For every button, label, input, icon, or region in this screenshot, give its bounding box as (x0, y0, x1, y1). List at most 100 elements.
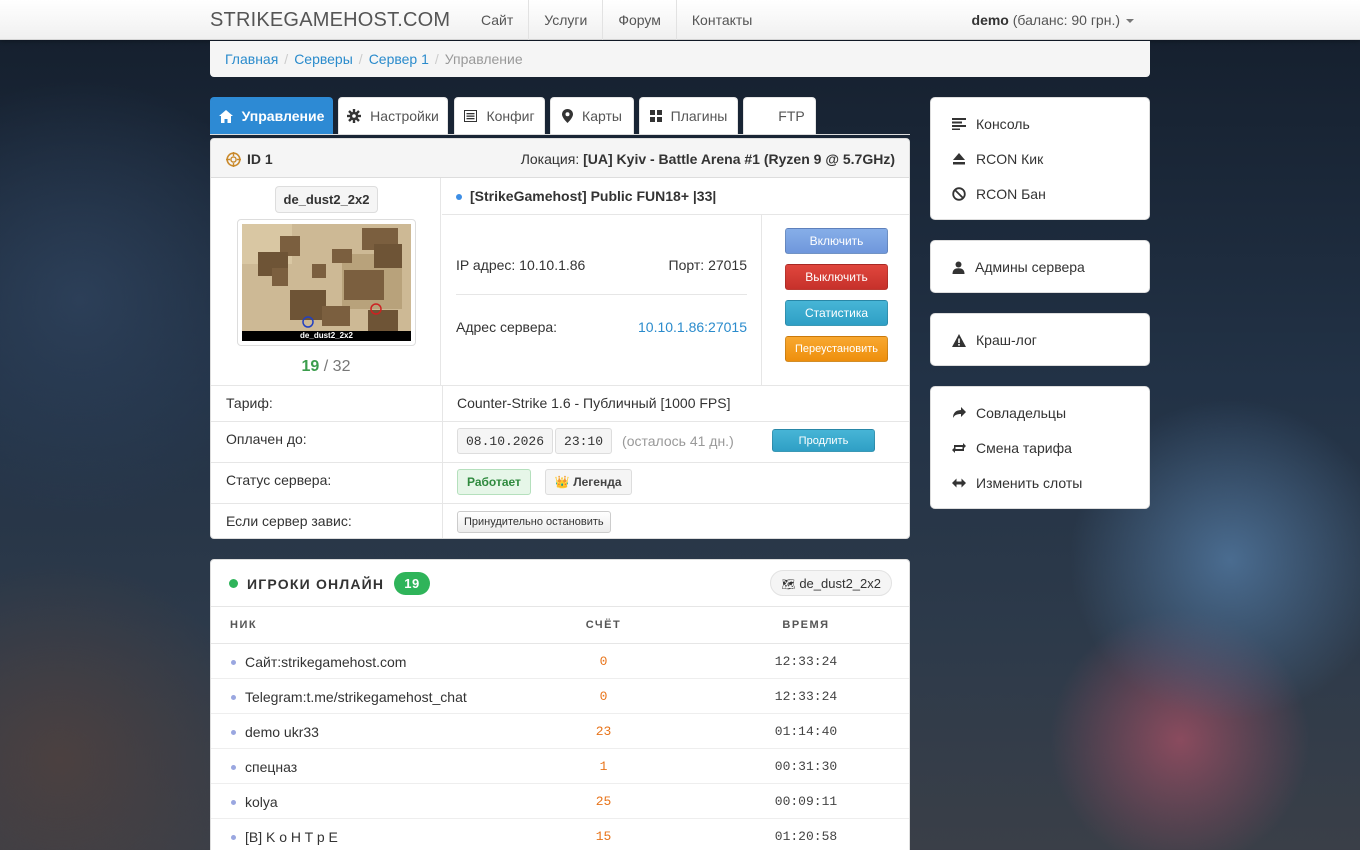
crosshair-icon (226, 151, 241, 167)
server-address-block: IP адрес: 10.10.1.86 Порт: 27015 Адрес с… (442, 215, 762, 385)
status-badge: Работает (457, 469, 531, 495)
table-row: demo ukr33 23 01:14:40 (211, 714, 909, 749)
gear-icon (347, 109, 362, 123)
list-icon (464, 110, 478, 122)
player-score: 25 (595, 794, 612, 809)
map-image-caption: de_dust2_2x2 (242, 331, 411, 341)
user-menu[interactable]: demo (баланс: 90 грн.) (972, 12, 1134, 28)
player-score: 1 (599, 759, 608, 774)
map-preview: de_dust2_2x2 (237, 219, 416, 346)
player-score: 23 (595, 724, 612, 739)
tab-config[interactable]: Конфиг (454, 97, 545, 134)
sidebar-crashlog-group: Краш-лог (930, 313, 1150, 366)
paid-time: 23:10 (555, 428, 613, 454)
brand-logo[interactable]: STRIKEGAMEHOST.COM (210, 9, 450, 32)
console-icon (952, 118, 966, 130)
sidebar-item-admins[interactable]: Админы сервера (952, 257, 1085, 277)
user-balance: (баланс: 90 грн.) (1012, 12, 1120, 28)
players-header: ИГРОКИ ОНЛАЙН 19 🗺 de_dust2_2x2 (211, 560, 909, 607)
ip-label: IP адрес: (456, 257, 516, 273)
paid-row: Оплачен до: 08.10.2026 23:10 (осталось 4… (211, 421, 909, 462)
player-nick: спецназ (245, 759, 298, 775)
breadcrumb-server[interactable]: Сервер 1 (369, 51, 429, 67)
breadcrumb: Главная / Серверы / Сервер 1/Управление (210, 41, 1150, 77)
freeze-row: Если сервер завис: Принудительно останов… (211, 503, 909, 538)
control-buttons: Включить Выключить Статистика Переустано… (761, 215, 909, 385)
tab-ftp[interactable]: FTP (743, 97, 816, 134)
player-nick: kolya (245, 794, 278, 810)
stats-button[interactable]: Статистика (785, 300, 888, 326)
sidebar-item-change-tariff[interactable]: Смена тарифа (952, 438, 1072, 458)
warning-icon (952, 333, 966, 347)
ip-value: 10.10.1.86 (519, 257, 586, 273)
grid-icon (649, 110, 662, 122)
nav-site[interactable]: Сайт (466, 0, 528, 40)
nav-contacts[interactable]: Контакты (675, 0, 767, 40)
player-time: 00:09:11 (774, 794, 838, 809)
map-name-badge: de_dust2_2x2 (275, 186, 378, 213)
port-label: Порт: (668, 257, 705, 273)
status-row: Статус сервера: Работает 👑 Легенда (211, 462, 909, 503)
home-icon (218, 109, 233, 123)
address-label: Адрес сервера: (456, 319, 558, 335)
main-nav: Сайт Услуги Форум Контакты (466, 0, 767, 40)
server-panel: ID 1 Локация: [UA] Kyiv - Battle Arena #… (210, 138, 910, 539)
online-dot-icon (229, 579, 238, 588)
crown-icon: 👑 (554, 475, 570, 489)
players-title: ИГРОКИ ОНЛАЙН (247, 575, 385, 592)
player-score: 0 (599, 654, 608, 669)
caret-down-icon (1126, 19, 1134, 24)
ban-icon (952, 187, 966, 201)
table-row: kolya 25 00:09:11 (211, 784, 909, 819)
tab-manage[interactable]: Управление (210, 97, 333, 134)
player-time: 12:33:24 (774, 689, 838, 704)
sidebar-item-crashlog[interactable]: Краш-лог (952, 330, 1037, 350)
start-button[interactable]: Включить (785, 228, 888, 254)
sidebar-item-rcon-ban[interactable]: RCON Бан (952, 184, 1046, 204)
server-name: [StrikeGamehost] Public FUN18+ |33| (442, 178, 909, 215)
paid-date: 08.10.2026 (457, 428, 554, 454)
player-nick: Telegram:t.me/strikegamehost_chat (245, 689, 467, 705)
sidebar-item-coowners[interactable]: Совладельцы (952, 403, 1066, 423)
player-slots: 19 / 32 (301, 358, 351, 375)
breadcrumb-home[interactable]: Главная (225, 51, 278, 67)
user-icon (952, 261, 965, 274)
prolong-button[interactable]: Продлить (772, 429, 875, 452)
players-count-badge: 19 (394, 572, 430, 595)
players-panel: ИГРОКИ ОНЛАЙН 19 🗺 de_dust2_2x2 НИК СЧЁТ … (210, 559, 910, 850)
col-nick: НИК (230, 619, 258, 631)
table-row: спецназ 1 00:31:30 (211, 749, 909, 784)
tab-plugins[interactable]: Плагины (639, 97, 738, 134)
force-stop-button[interactable]: Принудительно остановить (457, 511, 611, 533)
reinstall-button[interactable]: Переустановить (785, 336, 888, 362)
server-id: ID 1 (247, 151, 273, 167)
eject-icon (953, 153, 965, 165)
player-nick: [B] K o H T p E (245, 829, 338, 845)
sidebar-owners-group: Совладельцы Смена тарифа Изменить слоты (930, 386, 1150, 509)
server-address-link[interactable]: 10.10.1.86:27015 (638, 319, 747, 335)
sidebar-item-console[interactable]: Консоль (952, 114, 1030, 134)
tab-maps[interactable]: Карты (550, 97, 634, 134)
sidebar-console-group: Консоль RCON Кик RCON Бан (930, 97, 1150, 220)
paid-remaining: (осталось 41 дн.) (622, 433, 734, 449)
breadcrumb-servers[interactable]: Серверы (294, 51, 353, 67)
tab-settings[interactable]: Настройки (338, 97, 448, 134)
map-marker-icon (562, 109, 574, 123)
player-nick: demo ukr33 (245, 724, 319, 740)
table-row: [B] K o H T p E 15 01:20:58 (211, 819, 909, 850)
players-map-badge: 🗺 de_dust2_2x2 (770, 570, 892, 596)
tariff-value: Counter-Strike 1.6 - Публичный [1000 FPS… (457, 395, 731, 411)
swap-icon (952, 443, 966, 453)
col-score: СЧЁТ (585, 619, 622, 631)
player-time: 00:31:30 (774, 759, 838, 774)
user-name: demo (971, 12, 1009, 28)
nav-forum[interactable]: Форум (602, 0, 676, 40)
players-table-header: НИК СЧЁТ ВРЕМЯ (211, 607, 909, 644)
sidebar-item-rcon-kick[interactable]: RCON Кик (952, 149, 1043, 169)
nav-services[interactable]: Услуги (528, 0, 602, 40)
resize-horizontal-icon (952, 478, 966, 488)
player-score: 15 (595, 829, 612, 844)
map-icon: 🗺 (781, 579, 796, 591)
stop-button[interactable]: Выключить (785, 264, 888, 290)
sidebar-item-change-slots[interactable]: Изменить слоты (952, 473, 1082, 493)
